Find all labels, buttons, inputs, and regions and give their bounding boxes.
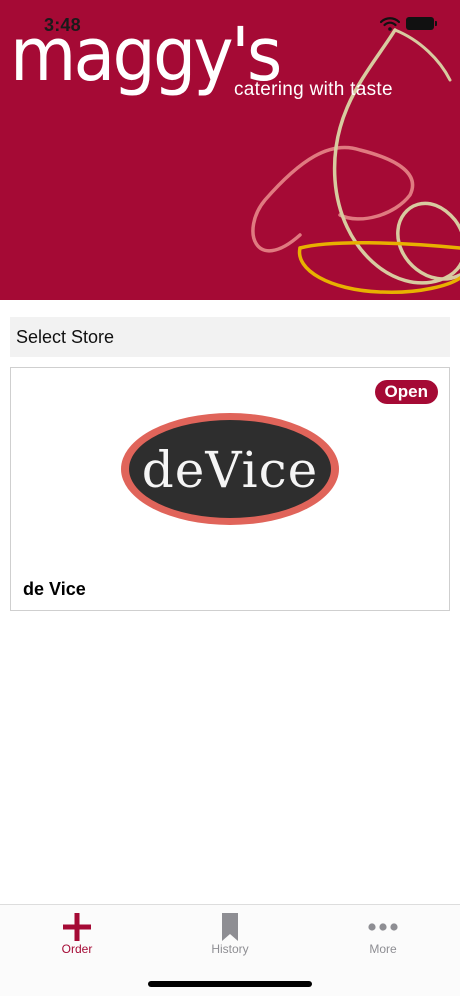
more-icon [368, 923, 398, 931]
tab-history-label: History [211, 942, 249, 956]
status-bar: 3:48 [0, 0, 460, 48]
store-name: de Vice [23, 579, 86, 599]
wifi-icon [380, 17, 400, 31]
tab-history[interactable]: History [170, 905, 290, 965]
tab-order[interactable]: Order [17, 905, 137, 965]
battery-icon [406, 17, 437, 30]
tab-more-label: More [369, 942, 397, 956]
bookmark-icon [222, 913, 238, 941]
plus-icon [63, 913, 91, 941]
status-time: 3:48 [44, 15, 81, 35]
store-logo: deVice [121, 413, 339, 525]
tab-more[interactable]: More [323, 905, 443, 965]
store-logo-text: deVice [142, 441, 318, 499]
store-card[interactable]: deVice Open de Vice [10, 367, 450, 611]
status-badge: Open [374, 380, 438, 404]
tab-order-label: Order [61, 942, 93, 956]
section-title: Select Store [16, 326, 115, 347]
brand-tagline: catering with taste [234, 79, 393, 100]
section-header: Select Store [10, 317, 450, 357]
home-indicator [148, 981, 312, 987]
